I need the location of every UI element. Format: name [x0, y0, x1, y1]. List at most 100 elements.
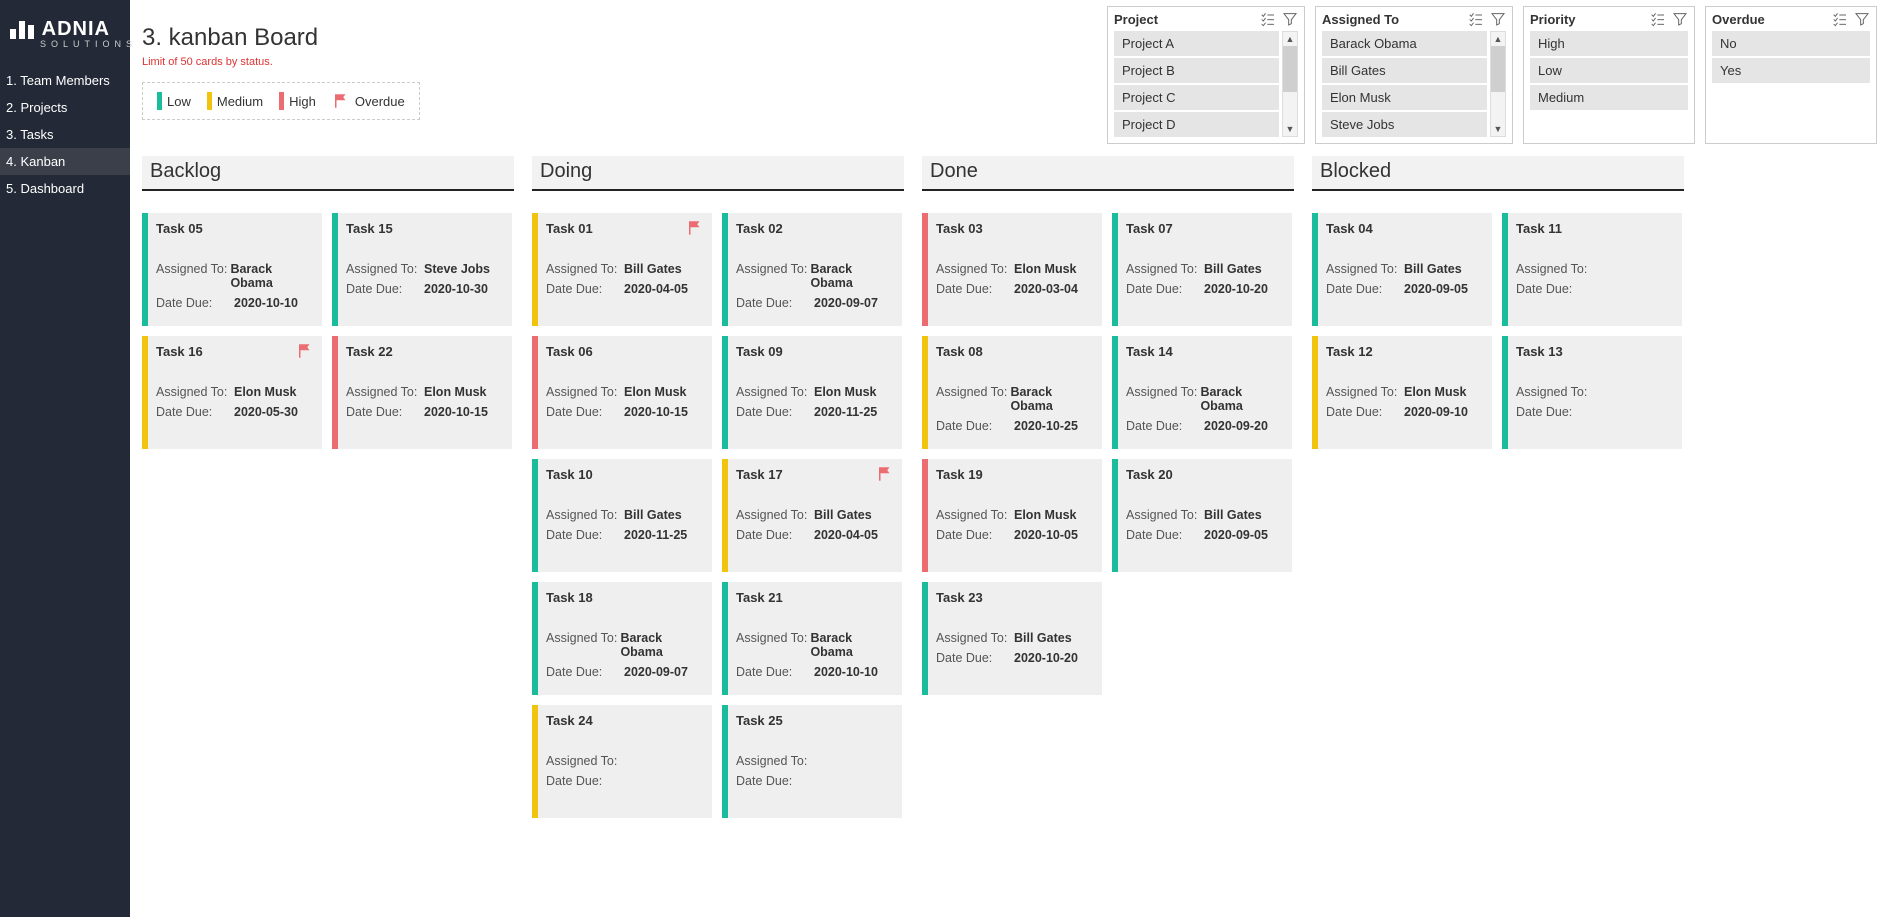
- due-value: 2020-09-10: [1404, 405, 1468, 419]
- assigned-value: Bill Gates: [1014, 631, 1072, 645]
- multi-select-icon[interactable]: [1468, 11, 1484, 27]
- filter-head: Priority: [1530, 11, 1688, 27]
- filter-option[interactable]: No: [1712, 31, 1870, 56]
- task-card[interactable]: Task 03 Assigned To: Elon Musk Date Due:…: [922, 213, 1102, 326]
- assigned-label: Assigned To:: [736, 631, 810, 659]
- task-card[interactable]: Task 09 Assigned To: Elon Musk Date Due:…: [722, 336, 902, 449]
- task-card[interactable]: Task 20 Assigned To: Bill Gates Date Due…: [1112, 459, 1292, 572]
- filter-option[interactable]: High: [1530, 31, 1688, 56]
- task-card[interactable]: Task 15 Assigned To: Steve Jobs Date Due…: [332, 213, 512, 326]
- scroll-thumb[interactable]: [1491, 46, 1505, 92]
- task-card[interactable]: Task 02 Assigned To: Barack Obama Date D…: [722, 213, 902, 326]
- task-card[interactable]: Task 23 Assigned To: Bill Gates Date Due…: [922, 582, 1102, 695]
- column-title: Doing: [532, 156, 904, 191]
- filter-option[interactable]: Low: [1530, 58, 1688, 83]
- high-color-icon: [279, 92, 284, 110]
- filter-option[interactable]: Elon Musk: [1322, 85, 1487, 110]
- task-card[interactable]: Task 19 Assigned To: Elon Musk Date Due:…: [922, 459, 1102, 572]
- assigned-label: Assigned To:: [1516, 385, 1594, 399]
- assigned-value: Barack Obama: [620, 631, 704, 659]
- scroll-track[interactable]: [1283, 46, 1297, 122]
- assigned-value: Elon Musk: [1404, 385, 1467, 399]
- task-card[interactable]: Task 13 Assigned To: Date Due:: [1502, 336, 1682, 449]
- task-card[interactable]: Task 16 Assigned To: Elon Musk Date Due:…: [142, 336, 322, 449]
- task-card[interactable]: Task 06 Assigned To: Elon Musk Date Due:…: [532, 336, 712, 449]
- due-label: Date Due:: [1326, 405, 1404, 419]
- card-due-row: Date Due: 2020-10-20: [1126, 282, 1284, 296]
- scroll-down-icon[interactable]: ▼: [1283, 122, 1297, 136]
- legend-overdue-label: Overdue: [355, 94, 405, 109]
- task-card[interactable]: Task 12 Assigned To: Elon Musk Date Due:…: [1312, 336, 1492, 449]
- header-row: 3. kanban Board Limit of 50 cards by sta…: [130, 0, 1887, 144]
- filter-option[interactable]: Yes: [1712, 58, 1870, 83]
- filter-icon[interactable]: [1854, 11, 1870, 27]
- nav-item-1[interactable]: 2. Projects: [0, 94, 130, 121]
- multi-select-icon[interactable]: [1650, 11, 1666, 27]
- scrollbar[interactable]: ▲▼: [1490, 31, 1506, 137]
- task-card[interactable]: Task 24 Assigned To: Date Due:: [532, 705, 712, 818]
- card-due-row: Date Due: 2020-09-07: [546, 665, 704, 679]
- scrollbar[interactable]: ▲▼: [1282, 31, 1298, 137]
- task-card[interactable]: Task 08 Assigned To: Barack Obama Date D…: [922, 336, 1102, 449]
- nav-item-4[interactable]: 5. Dashboard: [0, 175, 130, 202]
- due-value: 2020-10-20: [1014, 651, 1078, 665]
- multi-select-icon[interactable]: [1260, 11, 1276, 27]
- filter-icon[interactable]: [1282, 11, 1298, 27]
- card-assigned-row: Assigned To: Elon Musk: [1326, 385, 1484, 399]
- due-label: Date Due:: [936, 419, 1014, 433]
- due-label: Date Due:: [1126, 419, 1204, 433]
- card-due-row: Date Due: 2020-10-30: [346, 282, 504, 296]
- scroll-track[interactable]: [1491, 46, 1505, 122]
- scroll-up-icon[interactable]: ▲: [1491, 32, 1505, 46]
- scroll-up-icon[interactable]: ▲: [1283, 32, 1297, 46]
- task-card[interactable]: Task 17 Assigned To: Bill Gates Date Due…: [722, 459, 902, 572]
- due-value: 2020-10-10: [234, 296, 298, 310]
- nav-item-3[interactable]: 4. Kanban: [0, 148, 130, 175]
- task-card[interactable]: Task 01 Assigned To: Bill Gates Date Due…: [532, 213, 712, 326]
- due-label: Date Due:: [936, 651, 1014, 665]
- filter-icon[interactable]: [1672, 11, 1688, 27]
- card-due-row: Date Due:: [546, 774, 704, 788]
- filter-option[interactable]: Steve Jobs: [1322, 112, 1487, 137]
- filter-title: Overdue: [1712, 12, 1826, 27]
- filter-option[interactable]: Barack Obama: [1322, 31, 1487, 56]
- multi-select-icon[interactable]: [1832, 11, 1848, 27]
- filter-head: Project: [1114, 11, 1298, 27]
- card-title: Task 22: [346, 344, 504, 359]
- card-assigned-row: Assigned To:: [546, 754, 704, 768]
- card-due-row: Date Due: 2020-10-15: [346, 405, 504, 419]
- assigned-label: Assigned To:: [546, 508, 624, 522]
- filter-option[interactable]: Project D: [1114, 112, 1279, 137]
- filter-option[interactable]: Bill Gates: [1322, 58, 1487, 83]
- task-card[interactable]: Task 22 Assigned To: Elon Musk Date Due:…: [332, 336, 512, 449]
- nav-item-0[interactable]: 1. Team Members: [0, 67, 130, 94]
- task-card[interactable]: Task 25 Assigned To: Date Due:: [722, 705, 902, 818]
- filter-option[interactable]: Medium: [1530, 85, 1688, 110]
- task-card[interactable]: Task 21 Assigned To: Barack Obama Date D…: [722, 582, 902, 695]
- filter-option[interactable]: Project A: [1114, 31, 1279, 56]
- nav-item-2[interactable]: 3. Tasks: [0, 121, 130, 148]
- card-title: Task 19: [936, 467, 1094, 482]
- scroll-thumb[interactable]: [1283, 46, 1297, 92]
- card-assigned-row: Assigned To: Bill Gates: [1326, 262, 1484, 276]
- task-card[interactable]: Task 05 Assigned To: Barack Obama Date D…: [142, 213, 322, 326]
- assigned-label: Assigned To:: [156, 262, 230, 290]
- due-label: Date Due:: [1326, 282, 1404, 296]
- task-card[interactable]: Task 14 Assigned To: Barack Obama Date D…: [1112, 336, 1292, 449]
- task-card[interactable]: Task 04 Assigned To: Bill Gates Date Due…: [1312, 213, 1492, 326]
- assigned-label: Assigned To:: [936, 262, 1014, 276]
- scroll-down-icon[interactable]: ▼: [1491, 122, 1505, 136]
- card-due-row: Date Due: 2020-09-05: [1126, 528, 1284, 542]
- assigned-value: Bill Gates: [624, 262, 682, 276]
- filter-option[interactable]: Project B: [1114, 58, 1279, 83]
- task-card[interactable]: Task 07 Assigned To: Bill Gates Date Due…: [1112, 213, 1292, 326]
- card-due-row: Date Due: 2020-10-10: [156, 296, 314, 310]
- filter-icon[interactable]: [1490, 11, 1506, 27]
- task-card[interactable]: Task 11 Assigned To: Date Due:: [1502, 213, 1682, 326]
- assigned-label: Assigned To:: [546, 385, 624, 399]
- task-card[interactable]: Task 10 Assigned To: Bill Gates Date Due…: [532, 459, 712, 572]
- filter-option[interactable]: Project C: [1114, 85, 1279, 110]
- card-assigned-row: Assigned To: Elon Musk: [156, 385, 314, 399]
- card-due-row: Date Due: 2020-10-20: [936, 651, 1094, 665]
- task-card[interactable]: Task 18 Assigned To: Barack Obama Date D…: [532, 582, 712, 695]
